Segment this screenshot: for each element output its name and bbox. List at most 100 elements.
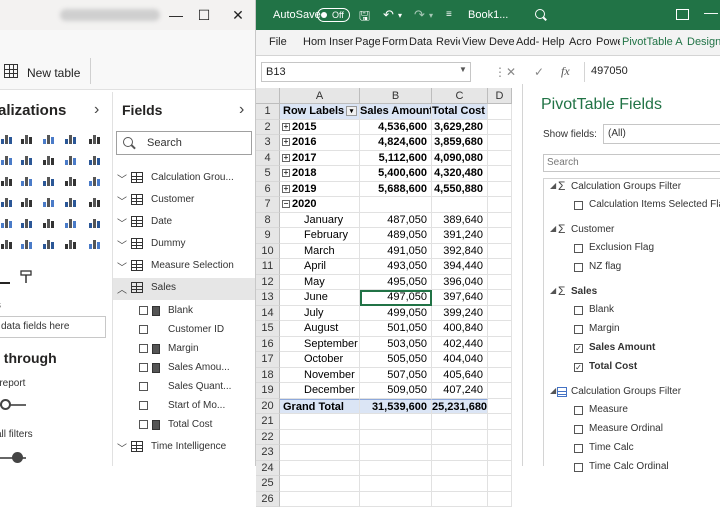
chevron-down-icon[interactable]: ﹀ xyxy=(117,215,127,230)
r-visual-icon[interactable] xyxy=(88,237,101,250)
sales-amount-cell[interactable] xyxy=(360,197,432,213)
stacked-column-icon[interactable] xyxy=(20,132,33,145)
empty-cell[interactable] xyxy=(488,104,512,120)
line-clustered-icon[interactable] xyxy=(0,174,13,187)
expand-icon[interactable]: + xyxy=(282,169,290,177)
row-header[interactable]: 9 xyxy=(256,228,280,244)
chevron-down-icon[interactable]: ﹀ xyxy=(117,440,127,455)
chevron-up-icon[interactable]: ︿ xyxy=(117,281,127,296)
worksheet-grid[interactable]: ABCD1Row Labels▾Sales AmountTotal Cost2+… xyxy=(256,88,522,466)
empty-cell[interactable] xyxy=(488,290,512,306)
new-table-button[interactable]: New table xyxy=(27,66,80,80)
row-header[interactable]: 15 xyxy=(256,321,280,337)
field-checkbox[interactable] xyxy=(139,363,148,372)
grand-total-cost[interactable]: 25,231,680 xyxy=(432,399,488,415)
sales-amount-cell[interactable]: 5,688,600 xyxy=(360,182,432,198)
empty-cell[interactable] xyxy=(488,445,512,461)
sales-amount-cell[interactable]: 491,050 xyxy=(360,244,432,260)
pivot-field-item[interactable]: Time Calc xyxy=(544,440,720,458)
empty-cell[interactable] xyxy=(488,182,512,198)
ribbon-display-options-icon[interactable] xyxy=(676,9,689,20)
empty-cell[interactable] xyxy=(488,213,512,229)
redo-dropdown-icon[interactable]: ▾ xyxy=(429,11,433,20)
ribbon-tab[interactable]: Form xyxy=(382,36,407,48)
insert-function-icon[interactable]: fx xyxy=(561,64,570,79)
row-header[interactable]: 12 xyxy=(256,275,280,291)
checkbox-unchecked[interactable] xyxy=(574,444,583,453)
row-label-cell[interactable]: September xyxy=(280,337,360,353)
row-label-cell[interactable]: +2015 xyxy=(280,120,360,136)
row-label-cell[interactable]: April xyxy=(280,259,360,275)
scatter-icon[interactable] xyxy=(88,174,101,187)
chevron-down-icon[interactable]: ﹀ xyxy=(117,237,127,252)
collapse-icon[interactable]: ◢ xyxy=(550,386,556,395)
total-cost-cell[interactable]: 4,550,880 xyxy=(432,182,488,198)
slicer-icon[interactable] xyxy=(0,237,13,250)
sales-amount-cell[interactable]: 5,400,600 xyxy=(360,166,432,182)
total-cost-header[interactable]: Total Cost xyxy=(432,104,488,120)
row-labels-header[interactable]: Row Labels▾ xyxy=(280,104,360,120)
field-checkbox[interactable] xyxy=(139,420,148,429)
pivot-field-item[interactable]: Margin xyxy=(544,321,720,339)
field-table-5[interactable]: ︿Sales xyxy=(113,278,256,300)
row-header[interactable]: 5 xyxy=(256,166,280,182)
total-cost-cell[interactable]: 396,040 xyxy=(432,275,488,291)
ribbon-tab[interactable]: Data xyxy=(409,36,434,48)
empty-cell[interactable] xyxy=(432,461,488,477)
shape-map-icon[interactable] xyxy=(0,216,13,229)
sales-amount-cell[interactable]: 503,050 xyxy=(360,337,432,353)
empty-cell[interactable] xyxy=(432,476,488,492)
empty-cell[interactable] xyxy=(280,430,360,446)
redo-icon[interactable]: ↷ xyxy=(414,7,425,23)
total-cost-cell[interactable]: 3,629,280 xyxy=(432,120,488,136)
ribbon-tab[interactable]: Powe xyxy=(596,36,620,48)
column-header[interactable]: A xyxy=(280,88,360,104)
empty-cell[interactable] xyxy=(488,151,512,167)
row-header[interactable]: 25 xyxy=(256,476,280,492)
row-header[interactable]: 11 xyxy=(256,259,280,275)
total-cost-cell[interactable]: 402,440 xyxy=(432,337,488,353)
chevron-down-icon[interactable]: ▼ xyxy=(459,65,467,74)
row-label-cell[interactable]: October xyxy=(280,352,360,368)
pivot-field-item[interactable]: Calculation Items Selected Flag xyxy=(544,197,720,215)
expand-icon[interactable]: + xyxy=(282,154,290,162)
column-header[interactable]: D xyxy=(488,88,512,104)
sales-amount-cell[interactable]: 5,112,600 xyxy=(360,151,432,167)
multirow-card-icon[interactable] xyxy=(64,216,77,229)
empty-cell[interactable] xyxy=(280,492,360,507)
values-drop-zone[interactable]: data fields here xyxy=(0,316,106,338)
field-item[interactable]: Margin xyxy=(113,340,256,359)
row-label-cell[interactable]: December xyxy=(280,383,360,399)
pivot-field-item[interactable]: ✓Sales Amount xyxy=(544,340,720,358)
sales-amount-cell[interactable]: 4,824,600 xyxy=(360,135,432,151)
expand-icon[interactable]: + xyxy=(282,138,290,146)
field-item[interactable]: Sales Quant... xyxy=(113,378,256,397)
empty-cell[interactable] xyxy=(488,430,512,446)
sales-amount-cell[interactable]: 509,050 xyxy=(360,383,432,399)
row-label-cell[interactable]: May xyxy=(280,275,360,291)
checkbox-unchecked[interactable] xyxy=(574,201,583,210)
line-column-icon[interactable] xyxy=(88,153,101,166)
pivot-field-item[interactable]: Exclusion Flag xyxy=(544,240,720,258)
total-cost-cell[interactable]: 392,840 xyxy=(432,244,488,260)
field-group[interactable]: ◢Calculation Groups Filter xyxy=(544,384,720,402)
field-table-0[interactable]: ﹀Calculation Grou... xyxy=(113,168,256,190)
total-cost-cell[interactable]: 407,240 xyxy=(432,383,488,399)
row-header[interactable]: 17 xyxy=(256,352,280,368)
select-all-corner[interactable] xyxy=(256,88,280,104)
empty-cell[interactable] xyxy=(488,321,512,337)
row-header[interactable]: 6 xyxy=(256,182,280,198)
matrix-icon[interactable] xyxy=(64,237,77,250)
close-button[interactable]: ✕ xyxy=(228,6,248,24)
empty-cell[interactable] xyxy=(280,414,360,430)
field-table-time-intelligence[interactable]: ﹀Time Intelligence xyxy=(113,437,256,459)
chevron-right-icon[interactable]: › xyxy=(94,101,99,119)
pivot-field-item[interactable]: Measure Ordinal xyxy=(544,421,720,439)
ribbon-tab[interactable]: Page xyxy=(355,36,380,48)
ribbon-tab[interactable]: View xyxy=(462,36,487,48)
fields-search-input[interactable]: Search xyxy=(116,131,252,155)
row-label-cell[interactable]: June xyxy=(280,290,360,306)
chevron-down-icon[interactable]: ﹀ xyxy=(117,193,127,208)
sales-amount-header[interactable]: Sales Amount xyxy=(360,104,432,120)
check-icon[interactable]: ✓ xyxy=(534,65,544,79)
